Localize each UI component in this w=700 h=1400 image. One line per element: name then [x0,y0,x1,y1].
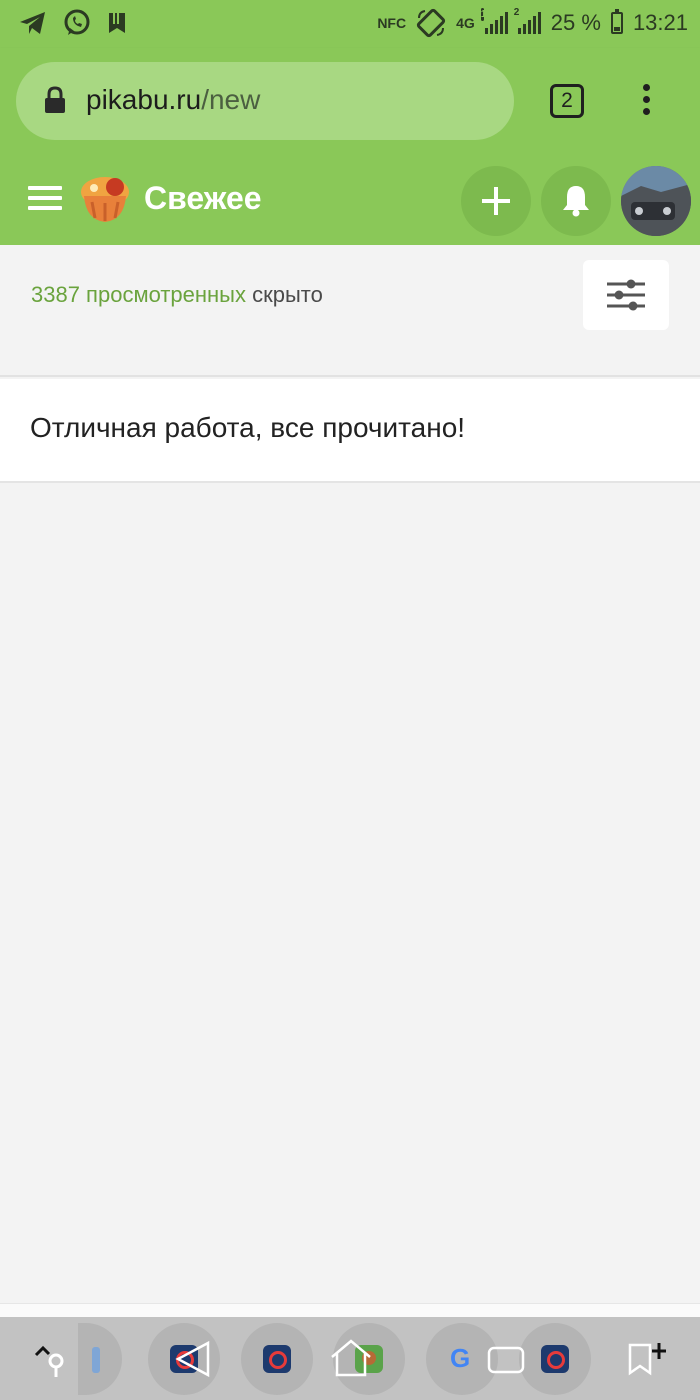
filter-settings-button[interactable] [583,260,669,330]
browser-toolbar: pikabu.ru/new 2 [0,48,700,156]
url-text: pikabu.ru/new [86,84,260,116]
sim1-badge: 1 [480,8,487,21]
sliders-icon [607,279,645,311]
bookmark-add-icon[interactable] [624,1337,670,1379]
feed-filter-bar: 3387 просмотренных скрыто [0,245,700,377]
hamburger-menu-icon[interactable] [28,186,62,212]
tab-switcher-button[interactable]: 2 [550,84,584,118]
page-title: Свежее [144,180,262,216]
browser-menu-icon[interactable] [638,84,654,120]
battery-icon [610,9,623,34]
status-indicators: NFC 4G 1 2 25 % 13:21 [377,7,688,38]
viewed-state: скрыто [252,282,323,307]
notifications-button[interactable] [541,166,611,236]
battery-percent: 25 % [550,10,601,35]
sim2-badge: 2 [513,7,520,18]
nfc-indicator: NFC [377,15,407,31]
url-domain: pikabu.ru [86,84,202,115]
viewed-info: 3387 просмотренных скрыто [31,282,323,308]
bookmark-notification-icon [109,13,125,33]
notification-icons [18,8,128,38]
pikabu-logo[interactable] [78,172,132,226]
whatsapp-icon [64,9,90,35]
viewed-count-link[interactable]: 3387 просмотренных [31,282,246,307]
home-icon[interactable] [328,1337,374,1379]
all-read-message: Отличная работа, все прочитано! [0,379,700,483]
bell-icon [563,186,589,217]
user-avatar[interactable] [621,166,691,236]
dock-app-partial[interactable] [78,1323,122,1395]
page-bottom-edge [0,1303,700,1317]
clock: 13:21 [632,10,688,35]
address-bar[interactable]: pikabu.ru/new [16,62,514,140]
dock-app-3[interactable] [519,1323,591,1395]
telegram-icon [20,12,45,34]
avatar-photo [621,166,691,236]
add-post-button[interactable] [461,166,531,236]
signal-sim2-icon: 2 [514,7,541,34]
dock-app-2[interactable] [241,1323,313,1395]
navigation-bar: G [0,1317,700,1400]
signal-sim1-icon: 1 [480,8,508,34]
plus-icon [482,187,510,215]
search-icon[interactable] [32,1339,72,1379]
network-type: 4G [456,15,475,31]
all-read-text: Отличная работа, все прочитано! [30,412,466,443]
url-path: /new [201,84,261,115]
back-icon[interactable] [172,1339,214,1379]
rotate-icon [416,8,446,38]
status-bar: NFC 4G 1 2 25 % 13:21 [0,0,700,48]
site-header: Свежее [0,156,700,245]
lock-icon [45,86,65,113]
recents-icon[interactable] [486,1343,526,1377]
